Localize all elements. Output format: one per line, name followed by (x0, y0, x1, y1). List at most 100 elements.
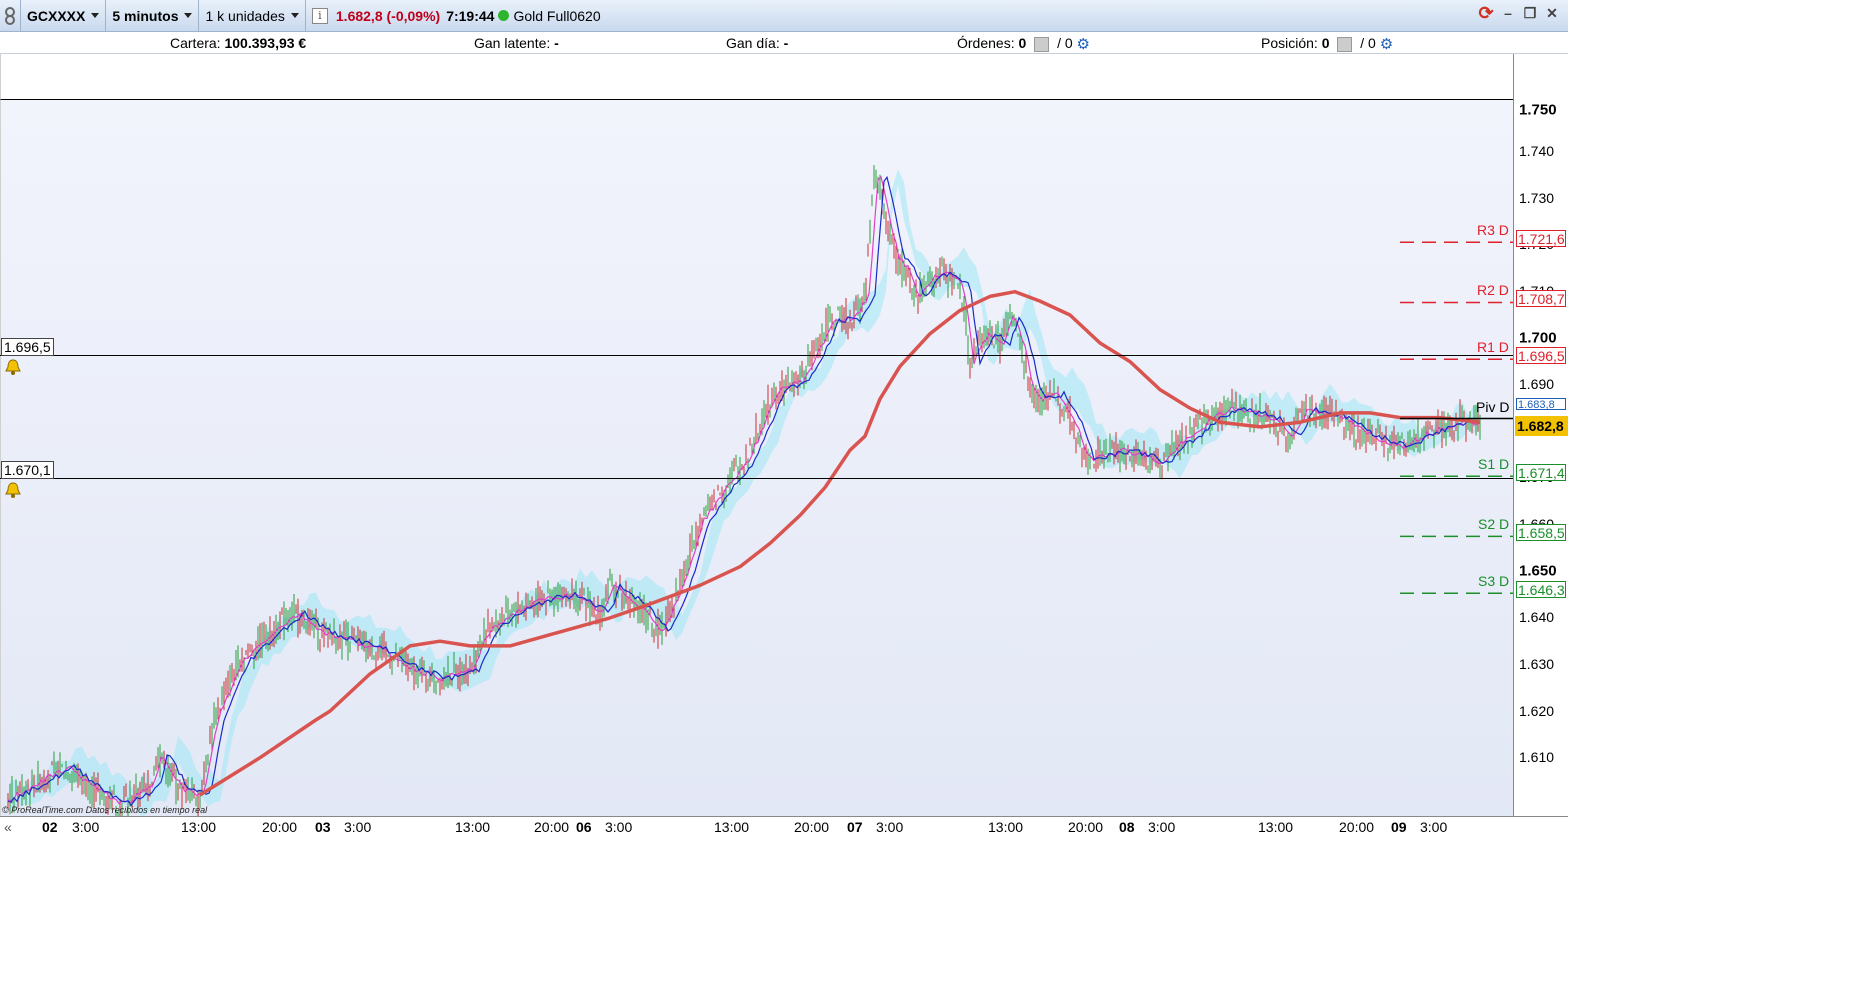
gear-icon[interactable]: ⚙ (1380, 35, 1393, 53)
pivot-s1-label: S1 D (1478, 456, 1510, 472)
pivot-s3-value: 1.646,3 (1516, 581, 1566, 598)
pivot-r1-value: 1.696,5 (1516, 347, 1566, 364)
prorealtime-logo-icon (5, 6, 15, 25)
bell-icon[interactable] (4, 358, 22, 376)
x-tick-label: 3:00 (344, 819, 372, 835)
pivot-piv-value: 1.683,8 (1516, 398, 1566, 410)
cartera-label: Cartera: (170, 35, 221, 51)
x-tick-label: 20:00 (534, 819, 570, 835)
alert-label[interactable]: 1.670,1 (1, 461, 54, 479)
y-tick-label: 1.740 (1519, 143, 1555, 159)
pivot-r2-value: 1.708,7 (1516, 290, 1566, 307)
posicion-value: 0 (1321, 35, 1330, 51)
instrument-name: Gold Full0620 (513, 7, 601, 24)
y-tick-label: 1.620 (1519, 703, 1555, 719)
alert-line[interactable] (0, 478, 1513, 479)
time-axis[interactable]: « (0, 816, 1568, 838)
posicion-label: Posición: (1261, 35, 1318, 51)
gan-dia-value: - (783, 35, 789, 51)
price-plot[interactable] (0, 100, 1513, 816)
y-tick-label: 1.690 (1519, 376, 1555, 392)
x-tick-label: 13:00 (181, 819, 217, 835)
pivot-r1-label: R1 D (1477, 339, 1509, 355)
pivot-s3-label: S3 D (1478, 573, 1510, 589)
gan-dia-label: Gan día: (726, 35, 780, 51)
close-orders-icon[interactable] (1034, 36, 1050, 52)
ordenes-value: 0 (1018, 35, 1027, 51)
chevron-down-icon (290, 13, 299, 18)
pivot-s2-label: S2 D (1478, 516, 1510, 532)
x-tick-label: 20:00 (1339, 819, 1375, 835)
x-tick-label: 20:00 (1068, 819, 1104, 835)
refresh-icon[interactable]: ⟳ (1478, 4, 1494, 22)
chevron-down-icon (91, 13, 100, 18)
gan-dia: Gan día: - (726, 35, 788, 51)
ichimoku-cloud (10, 169, 1480, 816)
current-price-tag: 1.682,8 (1515, 416, 1568, 436)
copyright-note: © ProRealTime.com Datos recibidos en tie… (2, 805, 208, 815)
x-tick-label: 20:00 (262, 819, 298, 835)
ordenes-total: / 0 (1057, 35, 1073, 51)
y-tick-label: 1.650 (1519, 562, 1557, 580)
bell-icon[interactable] (4, 481, 22, 499)
quote-time: 7:19:44 (446, 7, 495, 24)
chevron-down-icon (184, 13, 193, 18)
x-tick-label: 09 (1391, 819, 1407, 835)
quote-area: i 1.682,8 (-0,09%) 7:19:44 Gold Full0620 (306, 0, 607, 31)
x-tick-label: 07 (847, 819, 863, 835)
x-tick-label: 3:00 (1420, 819, 1448, 835)
info-icon[interactable]: i (311, 7, 328, 24)
x-tick-label: 3:00 (876, 819, 904, 835)
ordenes: Órdenes: 0 / 0 ⚙ (957, 35, 1090, 53)
symbol-select[interactable]: GCXXXX (21, 0, 107, 31)
maximize-icon[interactable]: ❐ (1522, 5, 1538, 21)
price-change: 1.682,8 (-0,09%) (335, 7, 441, 24)
cartera-value: 100.393,93 € (224, 35, 307, 51)
gan-latente-label: Gan latente: (474, 35, 551, 51)
close-icon[interactable]: ✕ (1544, 5, 1560, 21)
y-tick-label: 1.700 (1519, 329, 1557, 347)
app-logo (0, 0, 21, 31)
units-label: 1 k unidades (205, 7, 285, 24)
pivot-r3-label: R3 D (1477, 222, 1509, 238)
toolbar: GCXXXX 5 minutos 1 k unidades i 1.682,8 … (0, 0, 1568, 32)
y-tick-label: 1.610 (1519, 749, 1555, 765)
y-tick-label: 1.630 (1519, 656, 1555, 672)
y-tick-label: 1.730 (1519, 190, 1555, 206)
x-tick-label: 03 (315, 819, 331, 835)
y-tick-label: 1.640 (1519, 609, 1555, 625)
ordenes-label: Órdenes: (957, 35, 1015, 51)
x-tick-label: 13:00 (1258, 819, 1294, 835)
units-select[interactable]: 1 k unidades (199, 0, 306, 31)
indicator-panel (0, 54, 1516, 100)
x-tick-label: 08 (1119, 819, 1135, 835)
scroll-left-icon[interactable]: « (4, 819, 12, 835)
moving-average-line (199, 289, 1481, 797)
posicion: Posición: 0 / 0 ⚙ (1261, 35, 1393, 53)
x-tick-label: 3:00 (605, 819, 633, 835)
alert-label[interactable]: 1.696,5 (1, 338, 54, 356)
pivot-s2-value: 1.658,5 (1516, 524, 1566, 541)
x-tick-label: 13:00 (988, 819, 1024, 835)
pivot-r2-label: R2 D (1477, 282, 1509, 298)
symbol-label: GCXXXX (27, 7, 86, 24)
close-position-icon[interactable] (1337, 36, 1353, 52)
account-summary-bar: Cartera: 100.393,93 € Gan latente: - Gan… (0, 32, 1568, 54)
y-tick-label: 1.750 (1519, 101, 1557, 119)
gan-latente-value: - (554, 35, 559, 51)
timeframe-select[interactable]: 5 minutos (106, 0, 200, 31)
x-tick-label: 13:00 (714, 819, 750, 835)
gan-latente: Gan latente: - (474, 35, 559, 51)
x-tick-label: 3:00 (72, 819, 100, 835)
pivot-piv-label: Piv D (1476, 399, 1510, 415)
x-tick-label: 02 (42, 819, 58, 835)
pivot-s1-value: 1.671,4 (1516, 464, 1566, 481)
posicion-total: / 0 (1360, 35, 1376, 51)
gear-icon[interactable]: ⚙ (1077, 35, 1090, 53)
alert-line[interactable] (0, 355, 1513, 356)
x-tick-label: 20:00 (794, 819, 830, 835)
x-tick-label: 3:00 (1148, 819, 1176, 835)
minimize-icon[interactable]: – (1500, 5, 1516, 21)
cartera: Cartera: 100.393,93 € (170, 35, 306, 51)
x-tick-label: 06 (576, 819, 592, 835)
